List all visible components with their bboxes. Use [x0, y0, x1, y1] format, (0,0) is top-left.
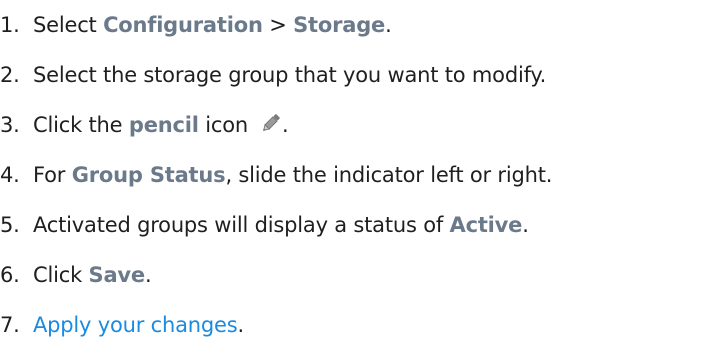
step-text: Select the storage group that you want t… [33, 63, 547, 87]
step-1: 1. Select Configuration > Storage . [0, 0, 392, 50]
step-5: 5. Activated groups will display a statu… [0, 200, 529, 250]
step-6: 6. Click Save . [0, 250, 152, 300]
step-number: 1. [0, 13, 20, 37]
step-text: . [281, 113, 289, 137]
step-text: . [237, 313, 244, 337]
ui-label-save: Save [88, 263, 146, 287]
step-number: 2. [0, 63, 20, 87]
step-2: 2. Select the storage group that you wan… [0, 50, 546, 100]
step-3: 3. Click the pencil icon . [0, 100, 289, 150]
step-number: 3. [0, 113, 20, 137]
step-text: Select [33, 13, 104, 37]
step-text: . [385, 13, 392, 37]
pencil-icon [260, 112, 282, 134]
step-text: Click [33, 263, 89, 287]
step-text: , slide the indicator left or right. [225, 163, 553, 187]
step-number: 7. [0, 313, 20, 337]
step-number: 6. [0, 263, 20, 287]
apply-changes-link[interactable]: Apply your changes [33, 313, 238, 337]
step-text: . [522, 213, 529, 237]
ui-label-active: Active [449, 213, 523, 237]
ui-label-pencil: pencil [128, 113, 199, 137]
step-text: > [262, 13, 294, 37]
step-text: Activated groups will display a status o… [33, 213, 450, 237]
step-text: Click the [33, 113, 129, 137]
step-text: . [144, 263, 152, 287]
step-4: 4. For Group Status , slide the indicato… [0, 150, 552, 200]
ui-label-configuration: Configuration [103, 13, 263, 37]
step-text: icon [198, 113, 248, 137]
step-text: For [33, 163, 72, 187]
ui-label-group-status: Group Status [71, 163, 226, 187]
step-number: 5. [0, 213, 20, 237]
step-number: 4. [0, 163, 20, 187]
ui-label-storage: Storage [293, 13, 386, 37]
step-7: 7. Apply your changes . [0, 300, 244, 350]
